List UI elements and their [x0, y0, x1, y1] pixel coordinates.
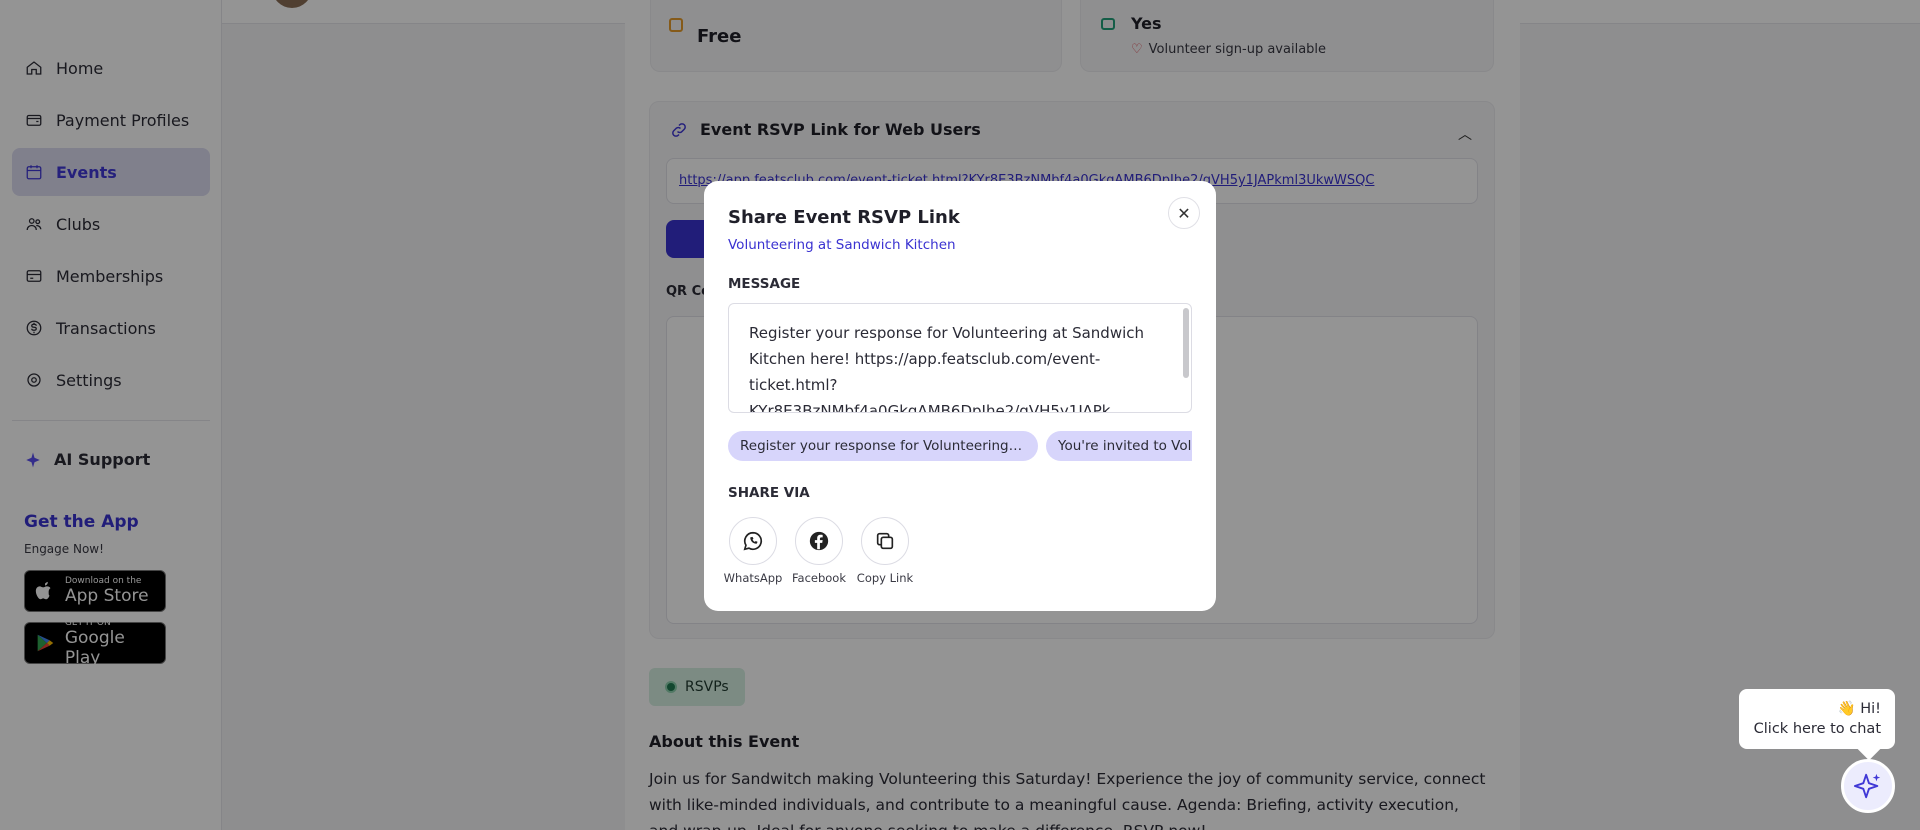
- share-whatsapp-button[interactable]: WhatsApp: [718, 517, 788, 585]
- chat-button[interactable]: [1841, 759, 1895, 813]
- facebook-icon: [795, 517, 843, 565]
- message-label: MESSAGE: [728, 276, 801, 292]
- modal-title: Share Event RSVP Link: [728, 207, 960, 228]
- copy-icon: [861, 517, 909, 565]
- message-text: Register your response for Volunteering …: [749, 324, 1145, 413]
- chat-bubble[interactable]: 👋 Hi! Click here to chat: [1739, 689, 1895, 761]
- message-templates: Register your response for Volunteering …: [728, 431, 1192, 463]
- modal-subtitle: Volunteering at Sandwich Kitchen: [728, 237, 956, 253]
- message-scrollbar[interactable]: [1183, 308, 1189, 378]
- message-template-chip[interactable]: You're invited to Volu: [1046, 431, 1192, 461]
- message-template-chip[interactable]: Register your response for Volunteering …: [728, 431, 1038, 461]
- close-icon: ✕: [1177, 203, 1191, 223]
- share-option-label: Copy Link: [856, 571, 914, 585]
- close-button[interactable]: ✕: [1168, 197, 1200, 229]
- chat-greeting: 👋 Hi!: [1837, 701, 1881, 717]
- share-copy-link-button[interactable]: Copy Link: [850, 517, 920, 585]
- sparkle-icon: [1853, 773, 1881, 799]
- share-option-label: Facebook: [791, 571, 847, 585]
- whatsapp-icon: [729, 517, 777, 565]
- share-option-label: WhatsApp: [723, 571, 783, 585]
- chat-prompt: Click here to chat: [1753, 721, 1881, 737]
- message-textarea[interactable]: Register your response for Volunteering …: [728, 303, 1192, 413]
- share-rsvp-modal: Share Event RSVP Link Volunteering at Sa…: [704, 181, 1216, 611]
- share-facebook-button[interactable]: Facebook: [784, 517, 854, 585]
- share-via-label: SHARE VIA: [728, 485, 810, 501]
